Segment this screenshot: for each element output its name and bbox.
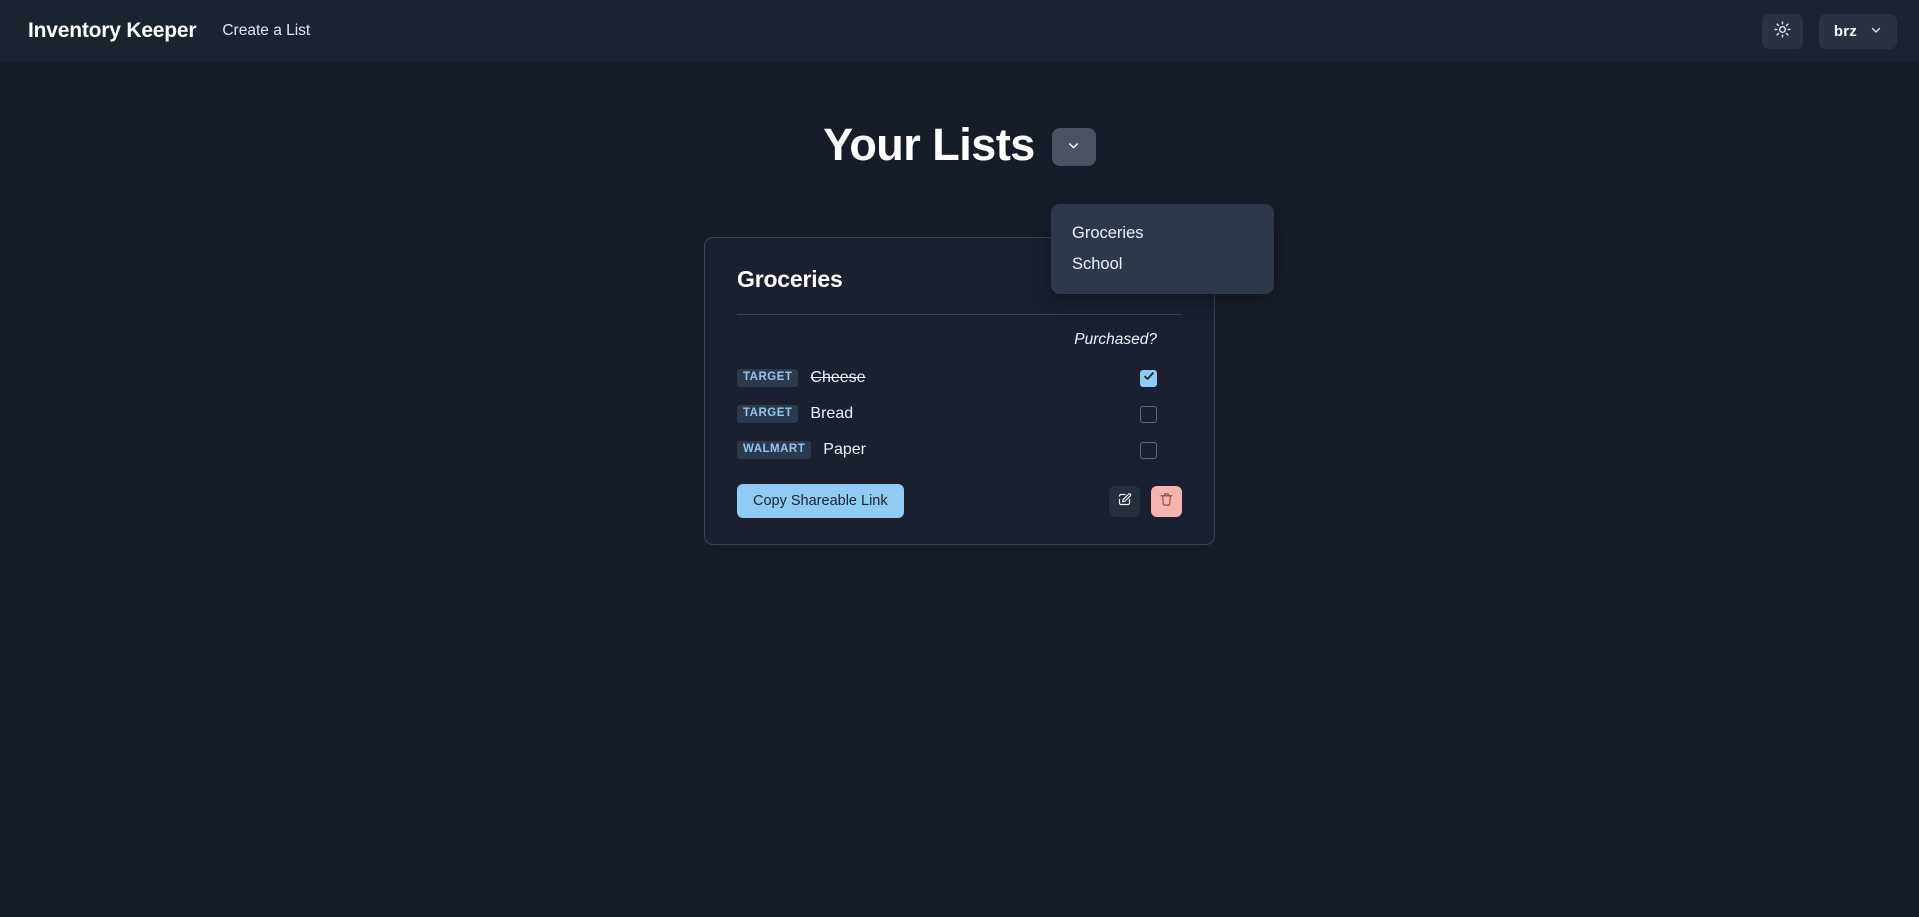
purchased-column-header: Purchased? [737, 331, 1182, 349]
edit-list-button[interactable] [1109, 485, 1140, 517]
app-brand: Inventory Keeper [28, 19, 197, 42]
list-item: TARGET Cheese [737, 360, 1182, 396]
item-name: Bread [810, 405, 854, 422]
user-menu-button[interactable]: brz [1818, 13, 1897, 49]
card-actions: Copy Shareable Link [737, 484, 1182, 518]
check-icon [1143, 369, 1155, 387]
lists-dropdown-toggle-button[interactable] [1051, 127, 1096, 166]
store-badge: WALMART [737, 441, 812, 459]
nav-create-a-list[interactable]: Create a List [222, 22, 310, 40]
chevron-down-icon [1067, 139, 1080, 155]
trash-icon [1159, 492, 1174, 510]
list-item: TARGET Bread [737, 396, 1182, 432]
copy-shareable-link-button[interactable]: Copy Shareable Link [737, 484, 904, 518]
theme-toggle-button[interactable] [1761, 13, 1803, 49]
delete-list-button[interactable] [1151, 485, 1182, 517]
purchased-checkbox[interactable] [1140, 405, 1157, 423]
store-badge: TARGET [737, 405, 799, 423]
page-title-row: Your Lists [0, 62, 1919, 167]
purchased-checkbox[interactable] [1140, 441, 1157, 459]
card-divider [737, 314, 1182, 315]
user-menu-label: brz [1833, 22, 1857, 40]
store-badge: TARGET [737, 369, 799, 387]
purchased-checkbox[interactable] [1140, 369, 1157, 387]
purchased-column-label: Purchased? [1074, 331, 1157, 348]
item-name: Paper [823, 441, 866, 458]
list-item: WALMART Paper [737, 432, 1182, 468]
top-navbar: Inventory Keeper Create a List brz [0, 0, 1919, 62]
lists-dropdown-panel: Groceries School [1051, 204, 1274, 294]
chevron-down-icon [1870, 24, 1882, 39]
navbar-right-group: brz [1761, 13, 1897, 49]
item-name: Cheese [810, 369, 866, 386]
page-body: Your Lists Groceries School Groceries Pu… [0, 62, 1919, 917]
page-title: Your Lists [823, 119, 1035, 170]
pencil-square-icon [1117, 492, 1132, 510]
dropdown-item-groceries[interactable]: Groceries [1051, 218, 1274, 249]
dropdown-item-school[interactable]: School [1051, 249, 1274, 280]
sun-icon [1774, 21, 1791, 41]
item-list: TARGET Cheese TARGET Bread WALMART Paper [737, 360, 1182, 468]
